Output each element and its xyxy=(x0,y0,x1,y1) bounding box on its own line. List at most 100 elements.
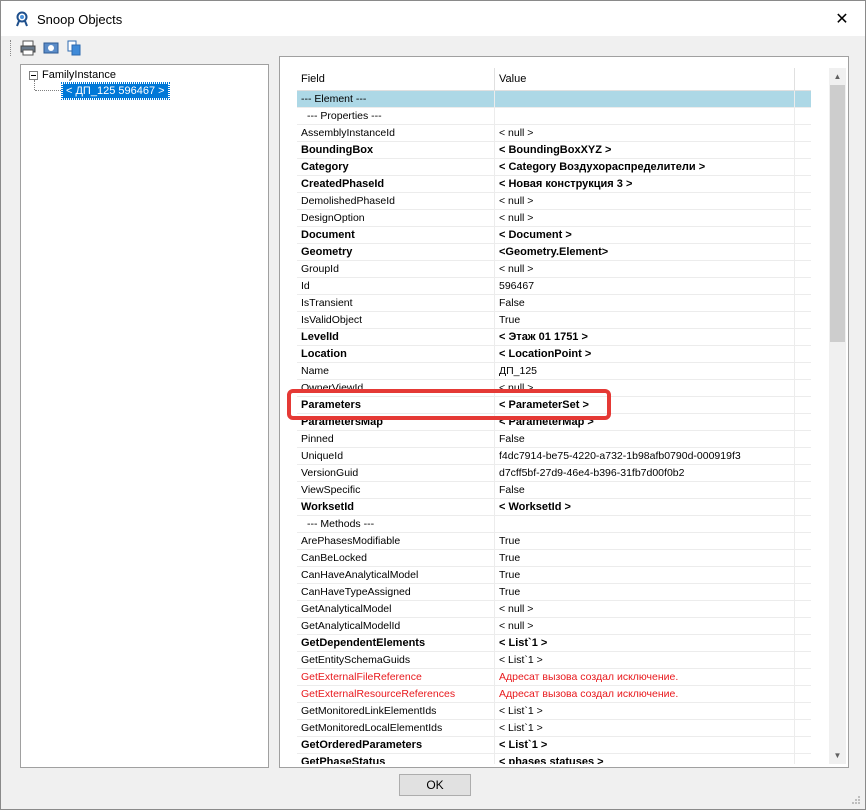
grid-section-row[interactable]: --- Element --- xyxy=(297,91,811,108)
grid-header: Field Value xyxy=(297,68,811,91)
value-cell: < null > xyxy=(495,261,795,277)
close-icon: ✕ xyxy=(835,10,849,28)
object-tree[interactable]: FamilyInstance < ДП_125 596467 > xyxy=(20,64,269,768)
field-cell: GetMonitoredLocalElementIds xyxy=(297,720,495,736)
value-cell: True xyxy=(495,584,795,600)
value-cell: False xyxy=(495,295,795,311)
field-cell: GetExternalFileReference xyxy=(297,669,495,685)
grid-row[interactable]: GetMonitoredLocalElementIds < List`1 > xyxy=(297,720,811,737)
field-cell: --- Element --- xyxy=(297,91,495,107)
field-cell: GetAnalyticalModelId xyxy=(297,618,495,634)
scroll-down-icon[interactable]: ▼ xyxy=(829,747,846,764)
value-cell: < phases statuses > xyxy=(495,754,795,764)
column-header-field[interactable]: Field xyxy=(297,68,495,90)
grid-row[interactable]: Pinned False xyxy=(297,431,811,448)
value-cell: < Новая конструкция 3 > xyxy=(495,176,795,192)
vertical-scrollbar[interactable]: ▲ ▼ xyxy=(829,68,846,764)
grid-row[interactable]: CanHaveAnalyticalModel True xyxy=(297,567,811,584)
grid-row[interactable]: DemolishedPhaseId < null > xyxy=(297,193,811,210)
column-header-value[interactable]: Value xyxy=(495,68,795,90)
value-cell: True xyxy=(495,550,795,566)
field-cell: Pinned xyxy=(297,431,495,447)
grid-row[interactable]: AssemblyInstanceId < null > xyxy=(297,125,811,142)
field-cell: GetAnalyticalModel xyxy=(297,601,495,617)
field-cell: Geometry xyxy=(297,244,495,260)
value-cell: < Этаж 01 1751 > xyxy=(495,329,795,345)
field-cell: --- Properties --- xyxy=(297,108,495,124)
copy-icon[interactable] xyxy=(65,39,83,57)
value-cell: d7cff5bf-27d9-46e4-b396-31fb7d00f0b2 xyxy=(495,465,795,481)
value-cell: < null > xyxy=(495,601,795,617)
value-cell: ДП_125 xyxy=(495,363,795,379)
value-cell: < List`1 > xyxy=(495,703,795,719)
grid-row[interactable]: GetMonitoredLinkElementIds < List`1 > xyxy=(297,703,811,720)
toolbar-grip[interactable] xyxy=(10,40,13,56)
grid-row[interactable]: GetExternalFileReference Адресат вызова с… xyxy=(297,669,811,686)
grid-row[interactable]: ViewSpecific False xyxy=(297,482,811,499)
title-bar: Snoop Objects ✕ xyxy=(1,1,865,36)
grid-row[interactable]: CreatedPhaseId < Новая конструкция 3 > xyxy=(297,176,811,193)
field-cell: Document xyxy=(297,227,495,243)
field-cell: GetOrderedParameters xyxy=(297,737,495,753)
preview-icon[interactable] xyxy=(42,39,60,57)
tree-node-selected[interactable]: < ДП_125 596467 > xyxy=(61,82,170,100)
value-cell xyxy=(495,108,795,124)
grid-row[interactable]: Category < Category Воздухораспределители… xyxy=(297,159,811,176)
grid-row[interactable]: DesignOption < null > xyxy=(297,210,811,227)
grid-row[interactable]: BoundingBox < BoundingBoxXYZ > xyxy=(297,142,811,159)
grid-row[interactable]: Geometry <Geometry.Element> xyxy=(297,244,811,261)
ok-button[interactable]: OK xyxy=(399,774,471,796)
field-cell: CanHaveTypeAssigned xyxy=(297,584,495,600)
value-cell: < BoundingBoxXYZ > xyxy=(495,142,795,158)
scroll-thumb[interactable] xyxy=(830,85,845,342)
grid-row[interactable]: GroupId < null > xyxy=(297,261,811,278)
value-cell: True xyxy=(495,567,795,583)
field-cell: GroupId xyxy=(297,261,495,277)
grid-row[interactable]: GetEntitySchemaGuids < List`1 > xyxy=(297,652,811,669)
grid-section-row[interactable]: --- Methods --- xyxy=(297,516,811,533)
field-cell: GetMonitoredLinkElementIds xyxy=(297,703,495,719)
grid-row[interactable]: ArePhasesModifiable True xyxy=(297,533,811,550)
grid-row[interactable]: LevelId < Этаж 01 1751 > xyxy=(297,329,811,346)
snoop-app-icon xyxy=(16,11,28,27)
grid-row[interactable]: GetPhaseStatus < phases statuses > xyxy=(297,754,811,764)
grid-row[interactable]: Id 596467 xyxy=(297,278,811,295)
grid-row[interactable]: GetAnalyticalModel < null > xyxy=(297,601,811,618)
tree-node-familyinstance[interactable]: FamilyInstance xyxy=(29,69,116,81)
field-cell: ViewSpecific xyxy=(297,482,495,498)
grid-row[interactable]: GetDependentElements < List`1 > xyxy=(297,635,811,652)
value-cell xyxy=(495,91,795,107)
field-cell: GetPhaseStatus xyxy=(297,754,495,764)
grid-row[interactable]: VersionGuid d7cff5bf-27d9-46e4-b396-31fb7… xyxy=(297,465,811,482)
value-cell: < List`1 > xyxy=(495,737,795,753)
field-cell: UniqueId xyxy=(297,448,495,464)
field-cell: CreatedPhaseId xyxy=(297,176,495,192)
grid-row[interactable]: Name ДП_125 xyxy=(297,363,811,380)
grid-row[interactable]: CanBeLocked True xyxy=(297,550,811,567)
field-cell: WorksetId xyxy=(297,499,495,515)
callout-highlight-box xyxy=(287,389,611,420)
field-cell: GetDependentElements xyxy=(297,635,495,651)
grid-row[interactable]: CanHaveTypeAssigned True xyxy=(297,584,811,601)
value-cell: True xyxy=(495,312,795,328)
grid-row[interactable]: Document < Document > xyxy=(297,227,811,244)
value-cell: < null > xyxy=(495,125,795,141)
grid-row[interactable]: IsValidObject True xyxy=(297,312,811,329)
grid-row[interactable]: WorksetId < WorksetId > xyxy=(297,499,811,516)
close-button[interactable]: ✕ xyxy=(819,1,865,36)
grid-row[interactable]: IsTransient False xyxy=(297,295,811,312)
value-cell: f4dc7914-be75-4220-a732-1b98afb0790d-000… xyxy=(495,448,795,464)
scroll-up-icon[interactable]: ▲ xyxy=(829,68,846,85)
print-icon[interactable] xyxy=(19,39,37,57)
grid-row[interactable]: GetExternalResourceReferences Адресат выз… xyxy=(297,686,811,703)
field-cell: Name xyxy=(297,363,495,379)
value-cell xyxy=(495,516,795,532)
grid-row[interactable]: Location < LocationPoint > xyxy=(297,346,811,363)
collapse-icon[interactable] xyxy=(29,70,38,80)
grid-row[interactable]: GetAnalyticalModelId < null > xyxy=(297,618,811,635)
grid-section-row[interactable]: --- Properties --- xyxy=(297,108,811,125)
grid-row[interactable]: GetOrderedParameters < List`1 > xyxy=(297,737,811,754)
grid-row[interactable]: UniqueId f4dc7914-be75-4220-a732-1b98afb0… xyxy=(297,448,811,465)
value-cell: < Document > xyxy=(495,227,795,243)
resize-grip-icon[interactable] xyxy=(851,795,861,805)
